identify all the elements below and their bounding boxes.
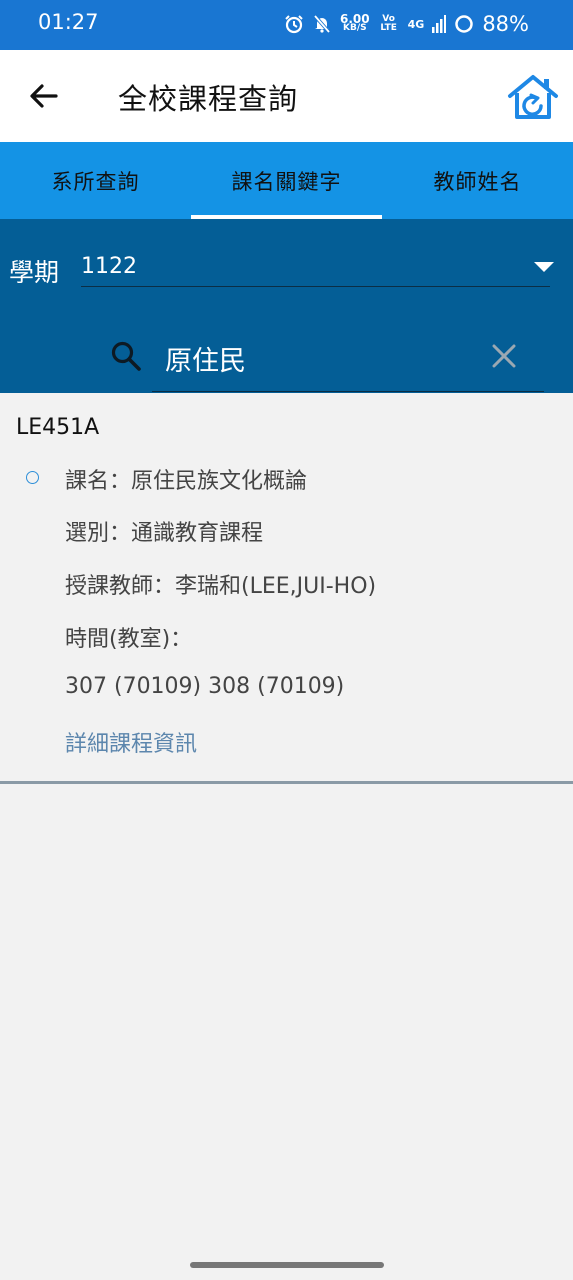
term-dropdown[interactable]: 1122 (81, 252, 554, 287)
tab-department[interactable]: 系所查詢 (0, 142, 191, 219)
search-mode-tabs: 系所查詢 課名關鍵字 教師姓名 (0, 142, 573, 219)
course-name: 課名：原住民族文化概論 (65, 469, 308, 494)
status-icons: 6.00 KB/S Vo LTE 4G 88% (284, 12, 529, 36)
back-arrow-icon[interactable] (26, 78, 62, 114)
clear-icon[interactable] (491, 343, 517, 369)
keyword-search-input[interactable]: 原住民 (152, 325, 544, 392)
course-time-value: 307 (70109) 308 (70109) (65, 674, 345, 699)
course-code: LE451A (16, 415, 100, 440)
course-teacher: 授課教師：李瑞和(LEE,JUI-HO) (65, 574, 377, 599)
signal-4g-icon: 4G (407, 17, 425, 31)
bullet-circle-icon (26, 471, 39, 484)
term-value: 1122 (81, 254, 137, 279)
home-refresh-icon[interactable] (507, 74, 559, 120)
network-speed: 6.00 KB/S (340, 12, 370, 33)
course-time-label: 時間(教室)： (65, 627, 193, 652)
signal-bars-icon (432, 15, 447, 33)
course-detail-link[interactable]: 詳細課程資訊 (65, 726, 197, 758)
term-label: 學期 (9, 258, 60, 287)
app-bar: 全校課程查詢 (0, 50, 573, 142)
battery-ring-icon (455, 15, 474, 33)
page-title: 全校課程查詢 (118, 82, 299, 116)
tab-course-keyword[interactable]: 課名關鍵字 (191, 142, 382, 219)
volte-icon: Vo LTE (380, 14, 397, 33)
tab-teacher-name[interactable]: 教師姓名 (382, 142, 573, 219)
alarm-icon (285, 15, 303, 34)
dropdown-arrow-icon (534, 262, 554, 272)
course-result-item[interactable]: LE451A 課名：原住民族文化概論 選別：通識教育課程 授課教師：李瑞和(LE… (0, 393, 573, 784)
search-query: 原住民 (165, 346, 246, 377)
mute-icon (313, 14, 331, 34)
gesture-nav-bar[interactable] (190, 1262, 384, 1268)
search-panel: 學期 1122 原住民 (0, 219, 573, 393)
status-time: 01:27 (38, 10, 99, 34)
search-icon (111, 341, 141, 371)
course-category: 選別：通識教育課程 (65, 521, 264, 546)
status-bar: 01:27 6.00 KB/S Vo LTE 4G 88% (0, 0, 573, 50)
battery-percent: 88% (482, 12, 529, 36)
